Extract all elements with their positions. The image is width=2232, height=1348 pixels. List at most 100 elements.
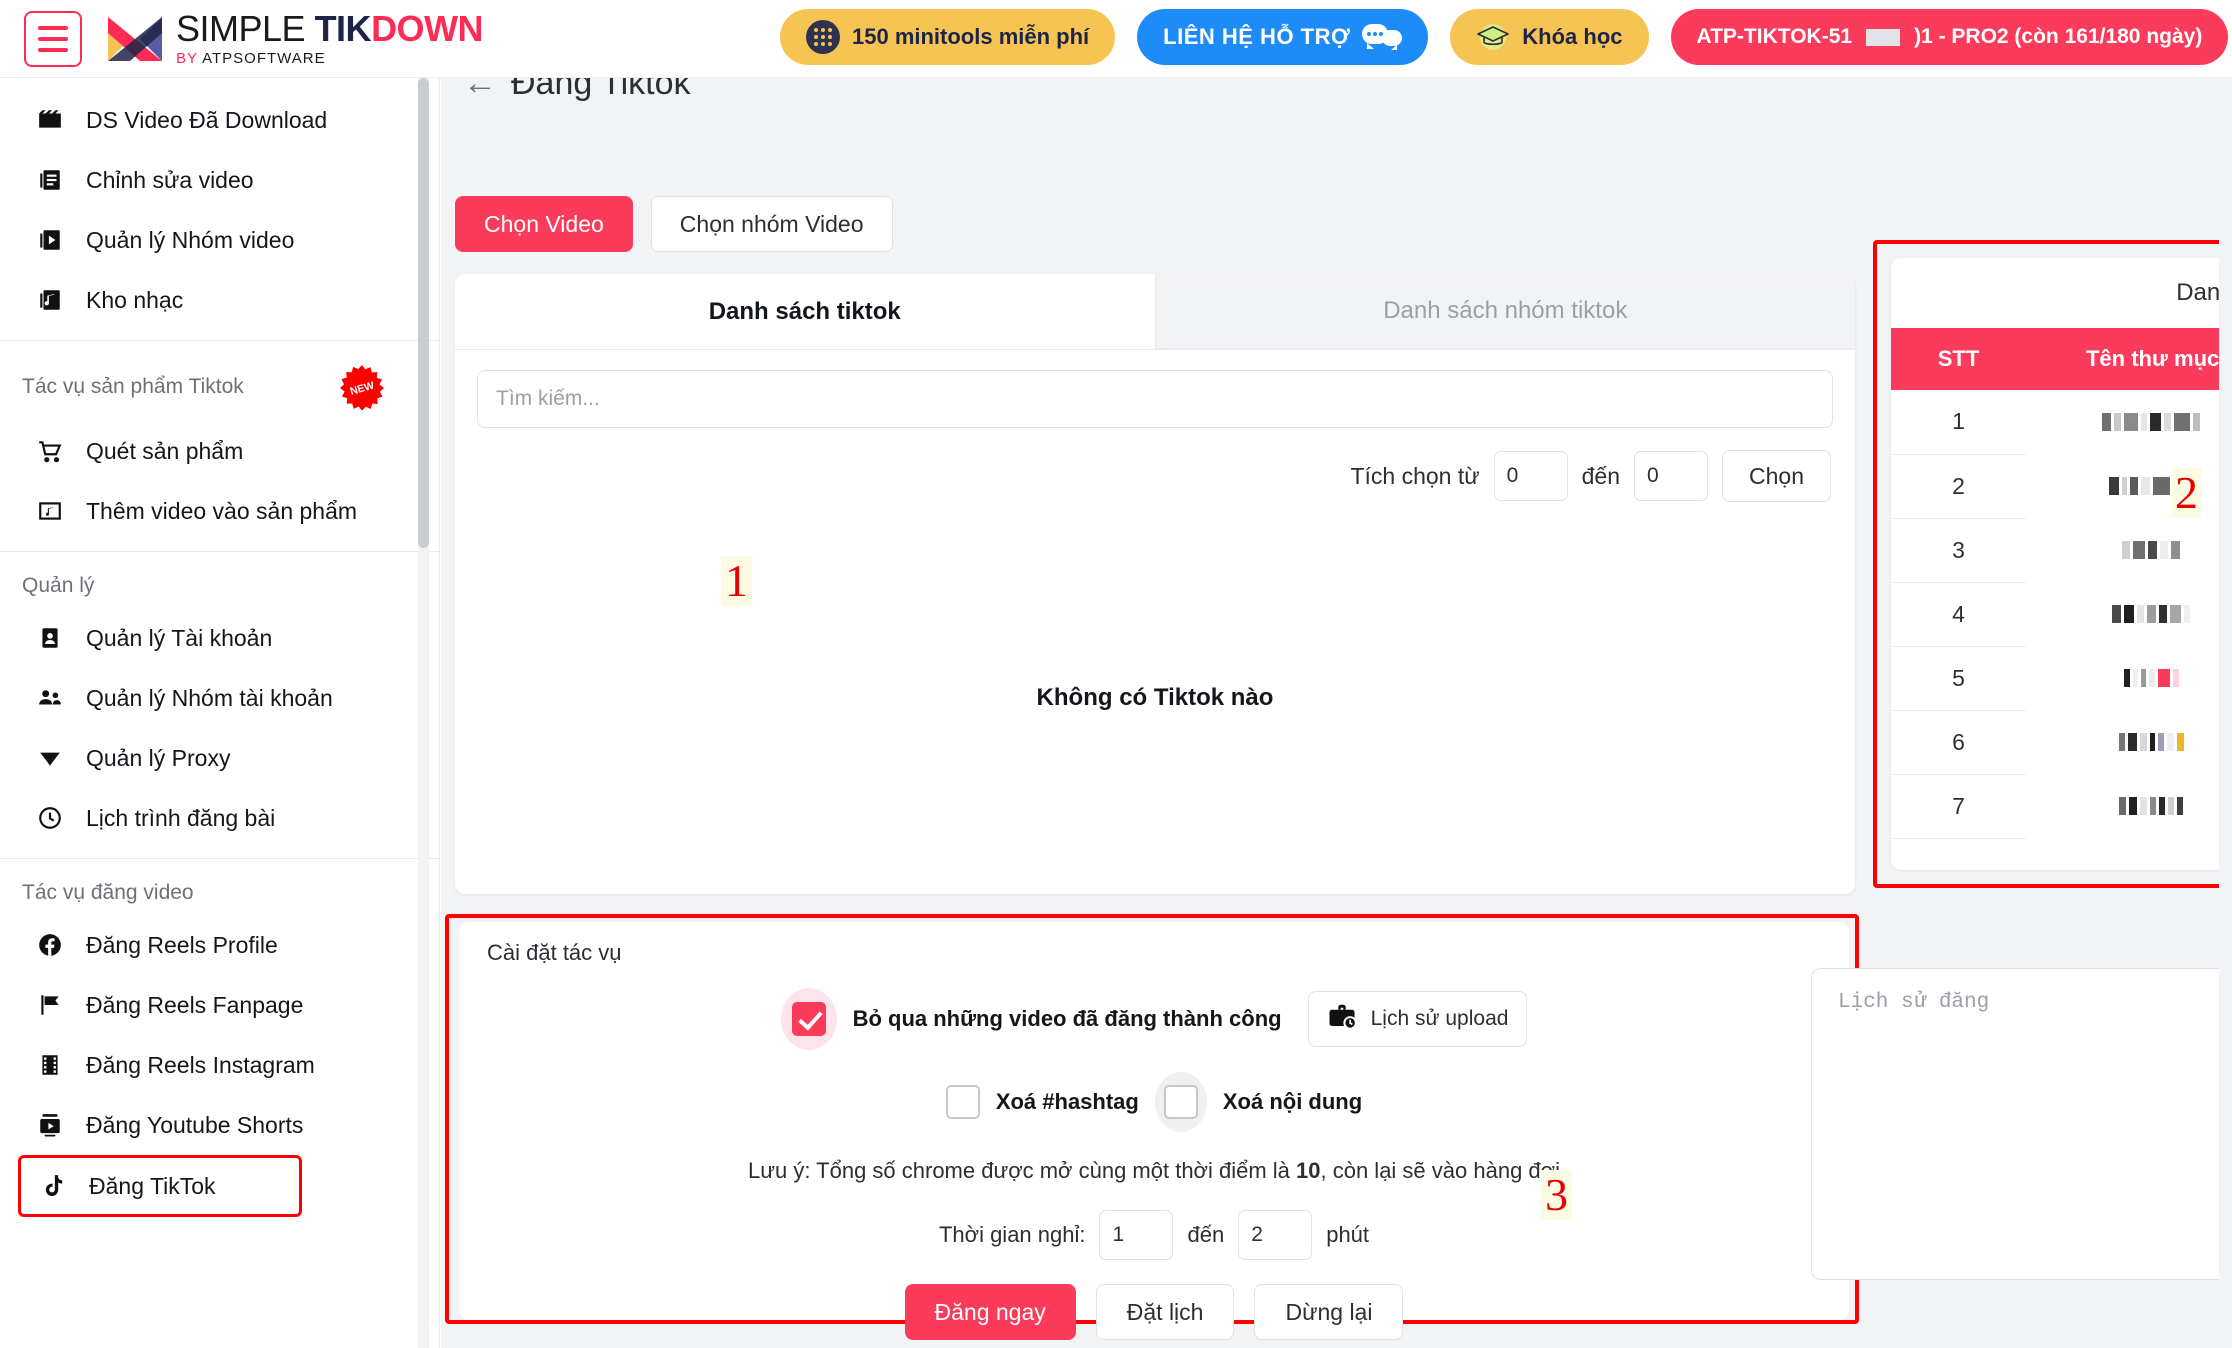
folders-table: STT Tên thư mục Video đã chọn Số lượng 1… [1891, 328, 2232, 839]
graduation-cap-icon [1476, 24, 1510, 50]
video-group-icon [36, 226, 64, 254]
license-redaction [1866, 28, 1901, 46]
table-row[interactable]: 7 0 2 Xem [1891, 774, 2232, 839]
sidebar-item-reels-profile[interactable]: Đăng Reels Profile [0, 915, 439, 975]
folders-table-body: 1 0 90 Xem 2 0 118 Xem 3 [1891, 390, 2232, 839]
sidebar-label: Thêm video vào sản phẩm [86, 497, 358, 524]
tab-tiktok-group-list[interactable]: Danh sách nhóm tiktok [1155, 274, 1855, 349]
skip-posted-checkbox[interactable] [791, 1002, 826, 1036]
bulk-select-apply-button[interactable]: Chọn [1722, 450, 1831, 502]
brand-down: DOWN [371, 8, 484, 49]
post-now-button[interactable]: Đăng ngay [904, 1284, 1076, 1340]
sidebar-section-label: Quản lý [22, 574, 95, 597]
minitools-button[interactable]: 150 minitools miễn phí [780, 9, 1116, 65]
license-suffix: )1 - PRO2 (còn 161/180 ngày) [1914, 25, 2203, 48]
table-row[interactable]: 5 0 379 Xem [1891, 646, 2232, 711]
chat-bubble-icon [1362, 24, 1403, 50]
sidebar-label: Quản lý Proxy [86, 744, 231, 771]
table-row[interactable]: 3 0 489 Xem [1891, 518, 2232, 583]
bulk-select-from-input[interactable] [1493, 451, 1568, 501]
page-title: ← Đăng Tiktok [463, 78, 691, 103]
video-source-segmented: Chọn Video Chọn nhóm Video [455, 196, 893, 252]
sidebar-item-downloaded-videos[interactable]: DS Video Đã Download [0, 90, 439, 150]
post-history-log[interactable] [1811, 968, 2232, 1280]
skip-posted-row: Bỏ qua những video đã đăng thành công Lị… [459, 988, 1849, 1050]
sidebar-scrollbar-thumb[interactable] [418, 78, 429, 548]
rest-time-unit: phút [1326, 1222, 1370, 1247]
sidebar-label: Đăng Reels Instagram [86, 1051, 315, 1078]
remove-content-checkbox[interactable] [1163, 1085, 1198, 1119]
schedule-button[interactable]: Đặt lịch [1095, 1284, 1235, 1340]
sidebar-item-add-video-to-product[interactable]: Thêm video vào sản phẩm [0, 481, 439, 541]
sidebar-label: Đăng TikTok [89, 1172, 216, 1199]
course-button[interactable]: Khóa học [1450, 9, 1649, 65]
flag-icon [36, 991, 64, 1019]
bulk-select-to-input[interactable] [1634, 451, 1709, 501]
sidebar-item-post-schedule[interactable]: Lịch trình đăng bài [0, 788, 439, 848]
skip-posted-checkbox-halo [780, 988, 837, 1050]
sidebar-item-reels-instagram[interactable]: Đăng Reels Instagram [0, 1035, 439, 1095]
support-button[interactable]: LIÊN HỆ HỖ TRỢ [1137, 9, 1429, 65]
briefcase-clock-icon [1327, 1001, 1357, 1037]
sidebar-item-proxy-manager[interactable]: Quản lý Proxy [0, 728, 439, 788]
sidebar-item-music-library[interactable]: Kho nhạc [0, 270, 439, 330]
cell-folder-name [2026, 390, 2232, 454]
table-row[interactable]: 6 0 202 Xem [1891, 710, 2232, 775]
tab-tiktok-list[interactable]: Danh sách tiktok [455, 274, 1156, 349]
annotation-number-2: 2 [2171, 468, 2202, 518]
task-settings-panel: Cài đặt tác vụ Bỏ qua những video đã đăn… [459, 922, 1849, 1340]
table-row[interactable]: 1 0 90 Xem [1891, 390, 2232, 455]
sidebar-label: Lịch trình đăng bài [86, 804, 276, 831]
sidebar-label: Đăng Reels Fanpage [86, 991, 304, 1018]
hamburger-icon[interactable] [24, 10, 82, 67]
clock-icon [36, 804, 64, 832]
sidebar-item-reels-fanpage[interactable]: Đăng Reels Fanpage [0, 975, 439, 1035]
bulk-select-mid-label: đến [1581, 462, 1621, 489]
sidebar: Quét video DS Video Đã Download Chỉnh sử… [0, 78, 440, 1348]
bulk-select-row: Tích chọn từ đến Chọn [1350, 450, 1831, 502]
select-video-button[interactable]: Chọn Video [455, 196, 633, 252]
rest-time-from-input[interactable] [1099, 1210, 1174, 1260]
cell-stt: 3 [1891, 518, 2027, 583]
remove-hashtag-checkbox[interactable] [945, 1085, 980, 1119]
table-row[interactable]: 4 0 54 Xem [1891, 582, 2232, 647]
app-logo[interactable]: SIMPLE TIKDOWN BY ATPSOFTWARE [104, 8, 484, 67]
sidebar-item-scan-video[interactable]: Quét video [0, 78, 439, 90]
note-value: 10 [1296, 1158, 1321, 1183]
redacted-folder-name [2026, 408, 2232, 436]
cell-folder-name [2026, 710, 2232, 774]
col-header-stt: STT [1891, 328, 2027, 390]
license-badge[interactable]: ATP-TIKTOK-51)1 - PRO2 (còn 161/180 ngày… [1670, 9, 2229, 65]
sidebar-label: Quản lý Nhóm video [86, 226, 295, 253]
sidebar-item-video-groups[interactable]: Quản lý Nhóm video [0, 210, 439, 270]
tiktok-icon [39, 1172, 67, 1200]
brand-mark-icon [104, 11, 166, 67]
back-arrow-icon[interactable]: ← [463, 78, 497, 102]
upload-history-button[interactable]: Lịch sử upload [1307, 991, 1528, 1047]
stop-button[interactable]: Dừng lại [1254, 1284, 1404, 1340]
sidebar-section-manage: Quản lý [0, 552, 439, 608]
rest-time-to-input[interactable] [1238, 1210, 1313, 1260]
sidebar-item-scan-product[interactable]: Quét sản phẩm [0, 421, 439, 481]
main-scrollbar-track[interactable] [2219, 78, 2232, 1348]
add-video-icon [36, 497, 64, 525]
rest-time-label: Thời gian nghỉ: [938, 1222, 1086, 1247]
cell-folder-name [2026, 518, 2232, 582]
tiktok-list-panel: Danh sách tiktok Danh sách nhóm tiktok T… [455, 274, 1855, 894]
select-video-group-button[interactable]: Chọn nhóm Video [650, 196, 893, 252]
sidebar-item-edit-video[interactable]: Chỉnh sửa video [0, 150, 439, 210]
page-title-text: Đăng Tiktok [511, 78, 691, 102]
users-icon [36, 684, 64, 712]
col-header-name: Tên thư mục [2026, 328, 2232, 390]
brand-by: BY [176, 50, 203, 67]
sidebar-item-account-groups[interactable]: Quản lý Nhóm tài khoản [0, 668, 439, 728]
cell-stt: 1 [1891, 390, 2027, 455]
minitools-label: 150 minitools miễn phí [852, 24, 1090, 49]
sidebar-item-youtube-shorts[interactable]: Đăng Youtube Shorts [0, 1095, 439, 1155]
sidebar-item-account-manager[interactable]: Quản lý Tài khoản [0, 608, 439, 668]
task-action-buttons: Đăng ngay Đặt lịch Dừng lại [459, 1284, 1849, 1340]
brand-text: SIMPLE TIKDOWN BY ATPSOFTWARE [176, 8, 484, 67]
search-input[interactable] [477, 370, 1833, 428]
cell-stt: 5 [1891, 646, 2027, 711]
sidebar-item-post-tiktok[interactable]: Đăng TikTok [18, 1155, 302, 1217]
